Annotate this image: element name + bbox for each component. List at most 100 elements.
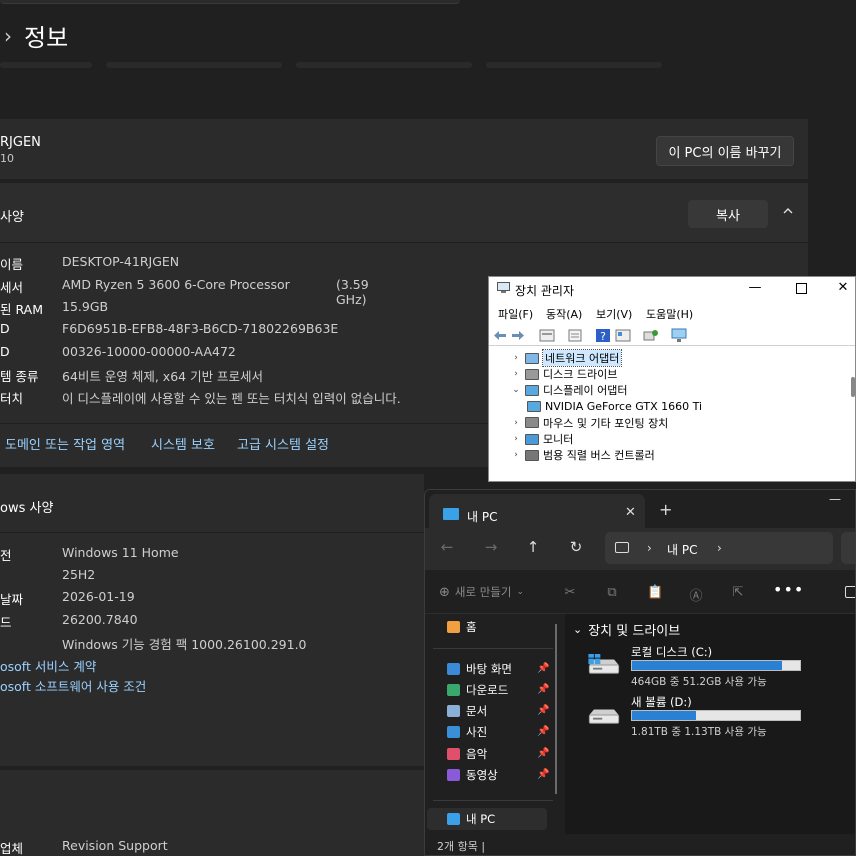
forward-arrow-icon[interactable] bbox=[510, 328, 526, 343]
device-tree-item[interactable]: › 디스크 드라이브 bbox=[511, 366, 617, 382]
domain-workgroup-link[interactable]: 도메인 또는 작업 영역 bbox=[5, 434, 125, 453]
sidebar-item-download[interactable]: 다운로드 bbox=[447, 680, 508, 700]
device-manager-window[interactable]: 장치 관리자 — ✕ 파일(F) 동작(A) 보기(V) 도움말(H) ? › 네… bbox=[488, 276, 856, 482]
drive-name: 로컬 디스크 (C:) bbox=[631, 645, 713, 659]
menu-action[interactable]: 동작(A) bbox=[546, 306, 582, 322]
spec-row: D F6D6951B-EFB8-48F3-B6CD-71802269B63E bbox=[0, 321, 338, 341]
device-tree-label: 디스플레이 어댑터 bbox=[543, 384, 628, 398]
device-tree-item[interactable]: ⌄ 디스플레이 어댑터 bbox=[511, 382, 627, 398]
spec-row: 터치 이 디스플레이에 사용할 수 있는 펜 또는 터치식 입력이 없습니다. bbox=[0, 388, 401, 408]
copy-icon[interactable]: ⧉ bbox=[605, 585, 619, 600]
devices-group-header[interactable]: ⌄ 장치 및 드라이브 bbox=[573, 620, 680, 639]
ms-license-terms-link[interactable]: osoft 소프트웨어 사용 조건 bbox=[0, 676, 146, 695]
spec-value: DESKTOP-41RJGEN bbox=[62, 254, 180, 269]
system-protection-link[interactable]: 시스템 보호 bbox=[151, 434, 215, 453]
minimize-icon[interactable]: — bbox=[829, 492, 841, 506]
chevron-right-icon[interactable]: › bbox=[647, 541, 652, 555]
spec-value: 26200.7840 bbox=[62, 612, 138, 627]
properties-icon[interactable] bbox=[539, 328, 555, 343]
music-icon bbox=[447, 748, 460, 760]
expand-toggle-icon[interactable]: › bbox=[511, 369, 521, 379]
rename-pc-button[interactable]: 이 PC의 이름 바꾸기 bbox=[656, 136, 794, 166]
svg-text:?: ? bbox=[600, 330, 606, 343]
scan-hardware-icon[interactable] bbox=[643, 328, 659, 343]
expand-toggle-icon[interactable]: › bbox=[511, 434, 521, 444]
sidebar-item-desktop[interactable]: 바탕 화면 bbox=[447, 659, 512, 679]
monitor-icon[interactable] bbox=[671, 328, 687, 343]
device-tree-item[interactable]: › 네트워크 어댑터 bbox=[511, 349, 623, 367]
device-spec-header[interactable] bbox=[0, 183, 808, 243]
address-segment[interactable]: 내 PC bbox=[667, 541, 697, 558]
chevron-right-icon[interactable]: › bbox=[717, 541, 722, 555]
copy-specs-button[interactable]: 복사 bbox=[688, 200, 768, 228]
explorer-tab[interactable]: 내 PC ✕ bbox=[429, 494, 645, 528]
display-icon bbox=[527, 401, 541, 413]
drive-item[interactable]: 로컬 디스크 (C:) 464GB 중 51.2GB 사용 가능 bbox=[585, 644, 845, 690]
plus-circle-icon: ⊕ bbox=[439, 584, 450, 600]
sidebar-item-music[interactable]: 음악 bbox=[447, 744, 487, 764]
pin-icon[interactable]: 📌 bbox=[537, 726, 549, 737]
spec-row: 템 종류 64비트 운영 체제, x64 기반 프로세서 bbox=[0, 366, 263, 386]
page-title: 정보 bbox=[24, 24, 69, 52]
device-tree-label: 네트워크 어댑터 bbox=[541, 349, 623, 367]
scrollbar-thumb[interactable] bbox=[851, 377, 855, 397]
file-explorer-window[interactable]: 내 PC ✕ + — ← → ↑ ↻ › 내 PC › ⊕ 새로 만들기 ⌄ ✂… bbox=[424, 489, 856, 856]
expand-toggle-icon[interactable]: › bbox=[511, 353, 521, 363]
sidebar-item-videos[interactable]: 동영상 bbox=[447, 765, 498, 785]
close-icon[interactable]: ✕ bbox=[833, 280, 853, 298]
forward-icon[interactable]: → bbox=[481, 538, 501, 558]
device-manager-menubar: 파일(F) 동작(A) 보기(V) 도움말(H) bbox=[489, 303, 855, 323]
pin-icon[interactable]: 📌 bbox=[537, 663, 549, 674]
menu-help[interactable]: 도움말(H) bbox=[646, 306, 693, 322]
search-box[interactable] bbox=[841, 532, 855, 564]
driver-icon[interactable] bbox=[567, 328, 583, 343]
pin-icon[interactable]: 📌 bbox=[537, 769, 549, 780]
new-tab-icon[interactable]: + bbox=[659, 500, 672, 519]
pin-icon[interactable]: 📌 bbox=[537, 705, 549, 716]
minimize-icon[interactable]: — bbox=[745, 280, 765, 298]
back-arrow-icon[interactable] bbox=[492, 328, 508, 343]
drive-item[interactable]: 새 볼륨 (D:) 1.81TB 중 1.13TB 사용 가능 bbox=[585, 694, 845, 740]
paste-icon[interactable]: 📋 bbox=[647, 585, 663, 600]
cut-icon[interactable]: ✂ bbox=[563, 585, 577, 600]
chevron-down-icon: ⌄ bbox=[516, 587, 525, 597]
breadcrumb: › 정보 bbox=[4, 18, 68, 53]
pin-icon[interactable]: 📌 bbox=[537, 684, 549, 695]
sidebar-item-pictures[interactable]: 사진 bbox=[447, 722, 487, 742]
sidebar-item-home[interactable]: 홈 bbox=[447, 617, 477, 637]
new-button[interactable]: ⊕ 새로 만들기 ⌄ bbox=[439, 584, 524, 600]
device-tree-item[interactable]: › 모니터 bbox=[511, 431, 573, 447]
device-tree-item[interactable]: › 범용 직렬 버스 컨트롤러 bbox=[511, 447, 655, 463]
sidebar-item-pc[interactable]: 내 PC bbox=[447, 809, 495, 829]
sidebar-item-label: 문서 bbox=[466, 704, 488, 718]
view-layout-icon[interactable] bbox=[845, 586, 855, 598]
disk-icon bbox=[525, 368, 539, 380]
view-icon[interactable] bbox=[615, 328, 631, 343]
advanced-system-settings-link[interactable]: 고급 시스템 설정 bbox=[237, 434, 329, 453]
expand-toggle-icon[interactable]: › bbox=[511, 450, 521, 460]
more-options-icon[interactable]: ••• bbox=[773, 580, 804, 599]
device-tree-item[interactable]: › 마우스 및 기타 포인팅 장치 bbox=[511, 415, 668, 431]
help-icon[interactable]: ? bbox=[595, 328, 611, 343]
close-tab-icon[interactable]: ✕ bbox=[625, 505, 636, 520]
back-icon[interactable]: ← bbox=[437, 538, 457, 558]
up-icon[interactable]: ↑ bbox=[523, 538, 543, 558]
device-tree-item[interactable]: NVIDIA GeForce GTX 1660 Ti bbox=[527, 399, 702, 415]
ms-services-agreement-link[interactable]: osoft 서비스 계약 bbox=[0, 656, 96, 675]
expand-toggle-icon[interactable]: › bbox=[511, 418, 521, 428]
menu-view[interactable]: 보기(V) bbox=[596, 306, 632, 322]
chevron-up-icon[interactable] bbox=[780, 204, 796, 220]
rename-icon[interactable]: Ⓐ bbox=[689, 585, 703, 604]
share-icon[interactable]: ⇱ bbox=[731, 585, 745, 600]
menu-file[interactable]: 파일(F) bbox=[498, 306, 533, 322]
refresh-icon[interactable]: ↻ bbox=[566, 538, 586, 558]
pin-icon[interactable]: 📌 bbox=[537, 748, 549, 759]
device-manager-titlebar[interactable]: 장치 관리자 — ✕ bbox=[489, 277, 855, 301]
quick-links-row bbox=[0, 62, 680, 70]
scrollbar[interactable] bbox=[555, 624, 557, 794]
sidebar-item-document[interactable]: 문서 bbox=[447, 701, 487, 721]
maximize-icon[interactable] bbox=[791, 280, 811, 298]
address-bar[interactable]: › 내 PC › bbox=[605, 532, 833, 564]
spec-key: 전 bbox=[0, 548, 12, 563]
expand-toggle-icon[interactable]: ⌄ bbox=[511, 385, 521, 395]
